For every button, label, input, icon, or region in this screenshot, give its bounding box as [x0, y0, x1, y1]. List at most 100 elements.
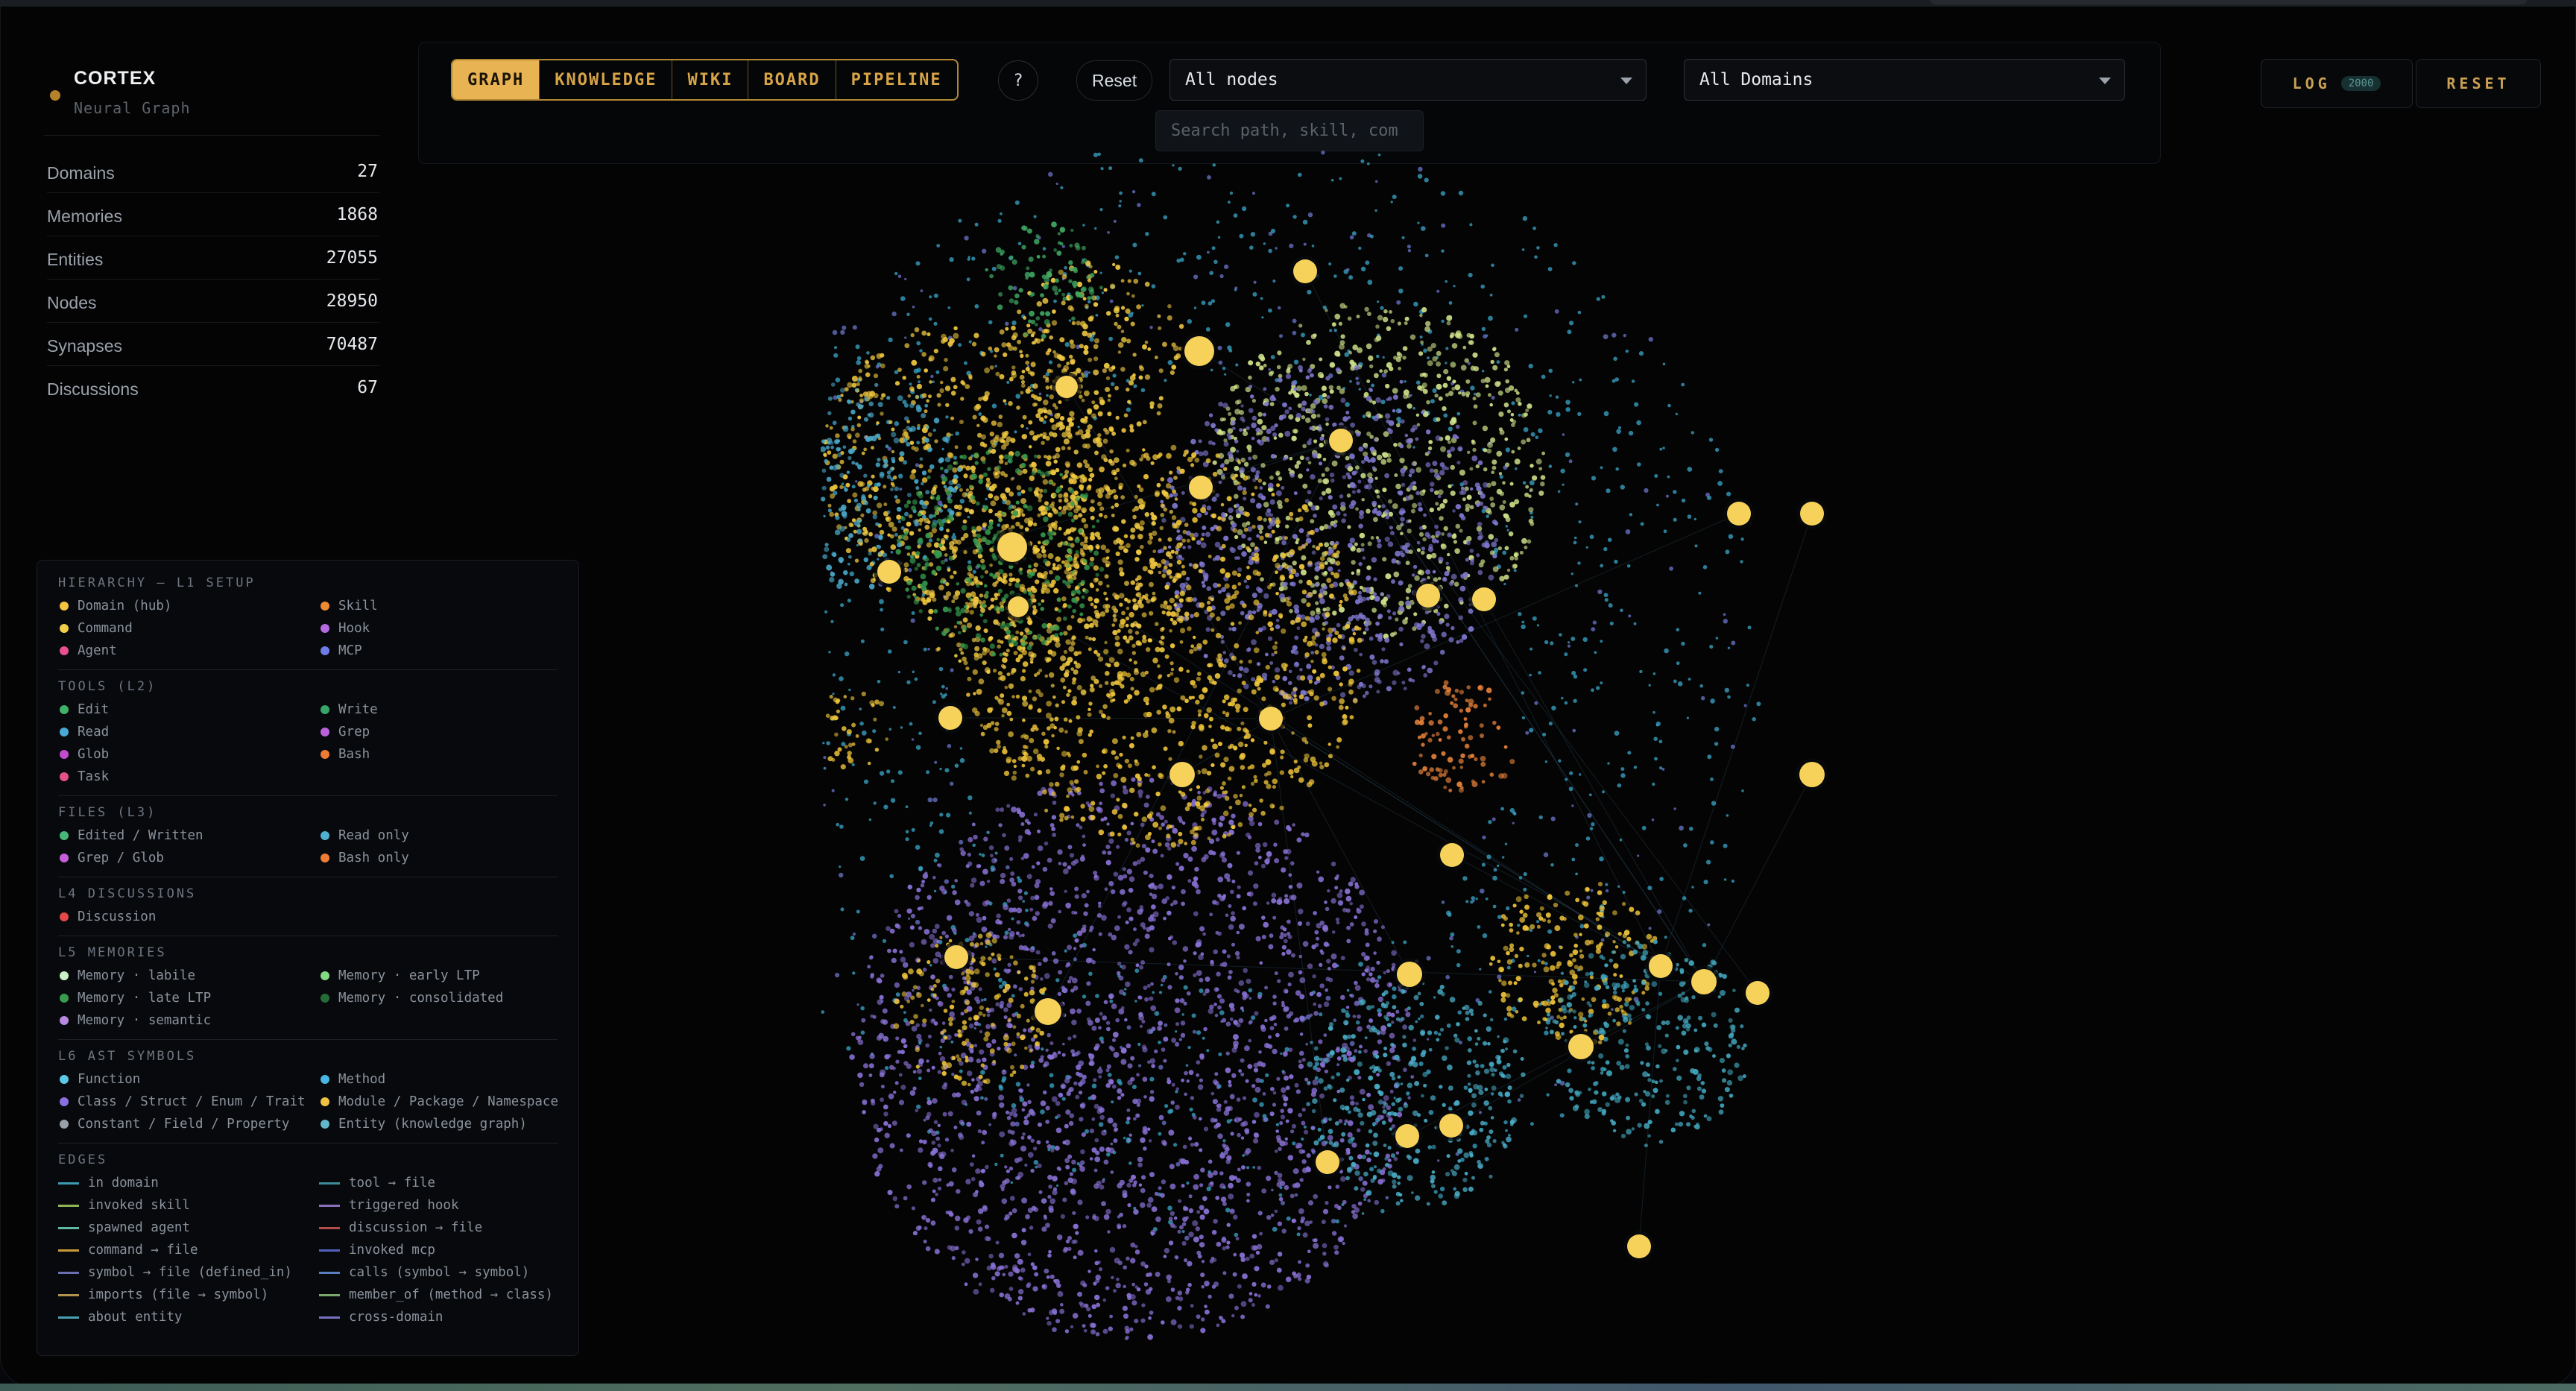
- tab-board[interactable]: BOARD: [748, 60, 836, 99]
- graph-node: [1587, 813, 1592, 818]
- graph-node: [1378, 632, 1383, 637]
- graph-node: [1348, 616, 1354, 622]
- neural-graph-canvas[interactable]: [821, 148, 1998, 1386]
- domain-filter-select[interactable]: All Domains: [1684, 59, 2125, 101]
- graph-node: [1418, 351, 1424, 356]
- graph-node: [1257, 1165, 1262, 1170]
- graph-node: [1691, 886, 1694, 889]
- graph-node: [1377, 538, 1381, 543]
- tab-pipeline[interactable]: PIPELINE: [836, 60, 957, 99]
- graph-node: [932, 1177, 938, 1183]
- graph-node: [948, 974, 953, 980]
- graph-node: [1095, 994, 1099, 998]
- graph-node: [828, 651, 831, 654]
- graph-node: [1345, 624, 1351, 629]
- graph-node: [1386, 594, 1391, 599]
- graph-node: [1227, 862, 1233, 868]
- graph-node: [1177, 1305, 1182, 1311]
- tab-graph[interactable]: GRAPH: [452, 60, 540, 99]
- graph-node: [1266, 1215, 1272, 1220]
- graph-node: [1167, 360, 1173, 365]
- help-button[interactable]: ?: [998, 60, 1038, 101]
- graph-node: [1322, 1208, 1329, 1214]
- graph-node: [947, 306, 951, 309]
- graph-node: [1137, 1042, 1141, 1047]
- graph-node: [880, 608, 883, 612]
- graph-node: [1181, 1184, 1185, 1188]
- graph-node: [1219, 1316, 1222, 1319]
- graph-node: [1096, 913, 1102, 918]
- graph-node: [1141, 1303, 1146, 1308]
- graph-node: [1187, 857, 1193, 862]
- graph-node: [1027, 831, 1032, 836]
- graph-node: [1248, 1038, 1251, 1043]
- reset-view-button[interactable]: Reset: [1076, 60, 1153, 101]
- search-input[interactable]: [1155, 110, 1424, 151]
- graph-node: [946, 1183, 950, 1187]
- graph-node: [1443, 368, 1449, 375]
- graph-node: [1254, 1086, 1261, 1093]
- graph-node: [1301, 1149, 1306, 1154]
- graph-node: [1381, 504, 1386, 508]
- tab-wiki[interactable]: WIKI: [672, 60, 749, 99]
- graph-node: [1272, 1048, 1278, 1055]
- graph-node: [1307, 212, 1313, 218]
- graph-node: [1359, 904, 1364, 909]
- graph-node: [1330, 1218, 1336, 1224]
- graph-node: [1278, 432, 1284, 438]
- graph-node: [1356, 908, 1362, 914]
- graph-node: [1278, 586, 1284, 592]
- graph-node: [1354, 884, 1360, 889]
- node-filter-select[interactable]: All nodes: [1169, 59, 1647, 101]
- graph-node: [1258, 855, 1262, 859]
- log-button[interactable]: LOG 2000: [2261, 59, 2413, 108]
- graph-node: [1036, 861, 1041, 865]
- graph-node: [1325, 977, 1330, 982]
- reset-button[interactable]: RESET: [2416, 59, 2541, 108]
- graph-node: [1161, 1179, 1167, 1185]
- graph-node: [1081, 1132, 1086, 1138]
- graph-node: [1272, 432, 1278, 438]
- tab-knowledge[interactable]: KNOWLEDGE: [540, 60, 673, 99]
- graph-node: [1449, 581, 1454, 586]
- graph-node: [1043, 1214, 1047, 1218]
- graph-node: [1357, 479, 1362, 484]
- graph-node: [883, 804, 888, 810]
- graph-node: [1011, 759, 1017, 763]
- graph-node: [1222, 894, 1227, 898]
- graph-node: [970, 1089, 974, 1094]
- graph-node: [1512, 420, 1517, 424]
- graph-node: [1205, 327, 1210, 332]
- graph-node: [1041, 1047, 1044, 1051]
- graph-node: [1310, 1148, 1316, 1152]
- graph-node: [1130, 1056, 1135, 1061]
- graph-node: [1113, 1052, 1120, 1058]
- graph-node: [1465, 379, 1471, 384]
- graph-node: [894, 271, 898, 276]
- graph-node: [1261, 316, 1264, 319]
- graph-node: [1456, 640, 1460, 644]
- graph-node: [1436, 417, 1441, 422]
- graph-node: [1511, 450, 1515, 454]
- graph-node: [1325, 488, 1332, 494]
- graph-node: [1451, 343, 1458, 349]
- graph-node: [962, 1250, 966, 1255]
- graph-node: [1616, 429, 1621, 435]
- graph-node: [1275, 667, 1281, 673]
- graph-node: [1106, 1026, 1111, 1032]
- graph-node: [1297, 403, 1302, 409]
- graph-node: [1596, 686, 1600, 690]
- graph-node: [1114, 255, 1120, 259]
- graph-node: [1302, 357, 1306, 362]
- graph-node: [1237, 1284, 1242, 1289]
- graph-node: [833, 353, 839, 358]
- graph-node: [1010, 1181, 1014, 1185]
- graph-node: [1031, 865, 1035, 869]
- graph-node: [1113, 871, 1119, 877]
- graph-node: [1358, 1176, 1363, 1182]
- graph-node: [1078, 739, 1084, 745]
- graph-node: [1298, 1260, 1301, 1264]
- graph-node: [1226, 496, 1232, 502]
- graph-node: [1293, 1273, 1298, 1279]
- graph-node: [1015, 694, 1020, 699]
